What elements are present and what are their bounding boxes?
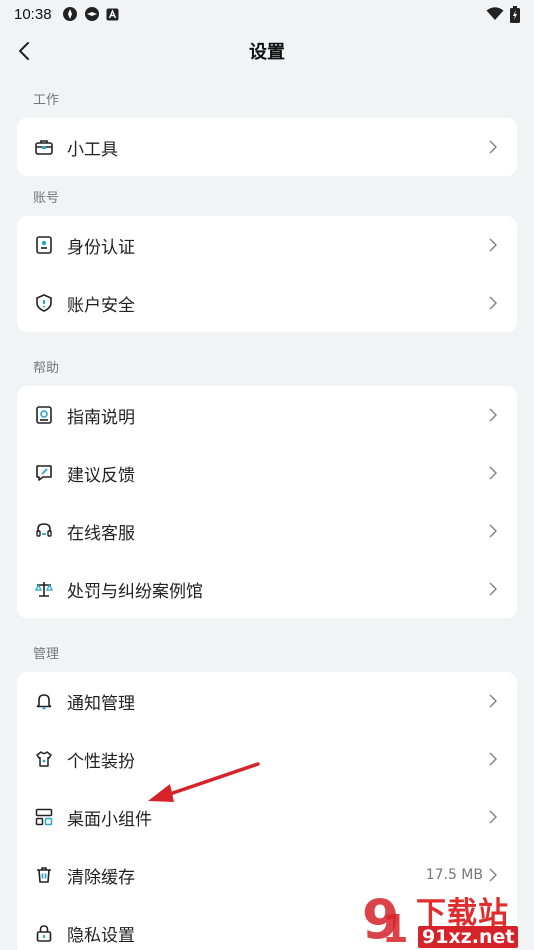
wifi-icon xyxy=(486,7,504,20)
toolbox-icon xyxy=(35,140,53,155)
chevron-right-icon xyxy=(489,694,498,708)
section-label-account: 账号 xyxy=(33,190,60,206)
settings-item-label: 个性装扮 xyxy=(67,751,135,772)
settings-item-feedback[interactable]: 建议反馈 xyxy=(17,444,517,502)
settings-item-label: 建议反馈 xyxy=(67,465,135,486)
section-label-work: 工作 xyxy=(33,92,60,108)
settings-item-customer-service[interactable]: 在线客服 xyxy=(17,502,517,560)
app-notification-icon xyxy=(84,7,99,21)
help-card: 指南说明 建议反馈 在线客服 处罚与纠纷案例馆 xyxy=(17,386,517,618)
a-notification-icon xyxy=(106,8,119,20)
battery-icon xyxy=(510,5,520,23)
settings-item-tools[interactable]: 小工具 xyxy=(17,118,517,176)
chevron-right-icon xyxy=(489,238,498,252)
chevron-right-icon xyxy=(489,408,498,422)
scales-icon xyxy=(34,582,54,597)
settings-item-identity[interactable]: 身份认证 xyxy=(17,216,517,274)
settings-item-label: 通知管理 xyxy=(67,693,135,714)
widget-grid-icon xyxy=(35,808,53,826)
settings-item-label: 在线客服 xyxy=(67,523,135,544)
id-card-icon xyxy=(36,236,52,254)
feedback-icon xyxy=(36,465,52,481)
app-notification-icon xyxy=(62,7,77,21)
settings-item-personalize[interactable]: 个性装扮 xyxy=(17,730,517,788)
trash-icon xyxy=(37,867,51,883)
work-card: 小工具 xyxy=(17,118,517,176)
chevron-right-icon xyxy=(489,810,498,824)
bell-icon xyxy=(36,694,52,710)
cache-size-value: 17.5 MB xyxy=(425,867,483,883)
lock-icon xyxy=(36,925,52,942)
back-arrow-icon[interactable] xyxy=(14,40,36,62)
svg-text:1: 1 xyxy=(382,907,408,950)
settings-item-notifications[interactable]: 通知管理 xyxy=(17,672,517,730)
chevron-right-icon xyxy=(489,752,498,766)
account-card: 身份认证 账户安全 xyxy=(17,216,517,332)
page-title: 设置 xyxy=(249,42,285,63)
settings-item-account-security[interactable]: 账户安全 xyxy=(17,274,517,332)
annotation-arrow xyxy=(148,762,260,802)
section-label-help: 帮助 xyxy=(33,360,60,376)
settings-item-label: 清除缓存 xyxy=(67,867,135,888)
tshirt-icon xyxy=(36,751,52,767)
settings-item-label: 处罚与纠纷案例馆 xyxy=(67,581,203,602)
watermark-url: 91xz.net xyxy=(418,926,519,948)
settings-item-label: 小工具 xyxy=(67,139,118,160)
settings-item-label: 身份认证 xyxy=(67,237,135,258)
chevron-right-icon xyxy=(489,582,498,596)
chevron-right-icon xyxy=(489,296,498,310)
guide-book-icon xyxy=(36,406,52,424)
shield-icon xyxy=(36,294,52,312)
settings-item-widgets[interactable]: 桌面小组件 xyxy=(17,788,517,846)
headset-icon xyxy=(36,523,52,537)
status-bar: 10:38 xyxy=(0,0,534,28)
nav-bar: 设置 xyxy=(0,28,534,74)
settings-item-label: 桌面小组件 xyxy=(67,809,152,830)
chevron-right-icon xyxy=(489,466,498,480)
chevron-right-icon xyxy=(489,140,498,154)
chevron-right-icon xyxy=(489,524,498,538)
section-label-manage: 管理 xyxy=(33,646,60,662)
settings-item-label: 指南说明 xyxy=(67,407,135,428)
status-time: 10:38 xyxy=(14,5,52,23)
chevron-right-icon xyxy=(489,868,498,882)
site-watermark: 9 1 下载站 91xz.net xyxy=(360,886,530,950)
settings-item-guide[interactable]: 指南说明 xyxy=(17,386,517,444)
settings-item-label: 账户安全 xyxy=(67,295,135,316)
settings-item-dispute-cases[interactable]: 处罚与纠纷案例馆 xyxy=(17,560,517,618)
